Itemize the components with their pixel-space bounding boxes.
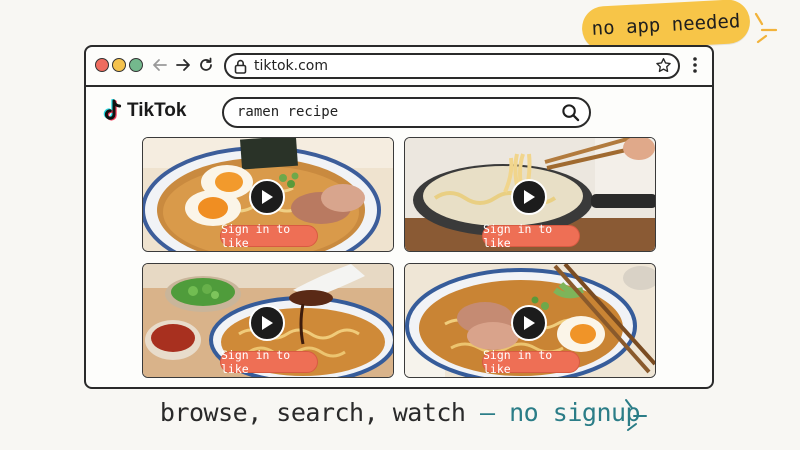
no-app-needed-sticker: no app needed — [580, 0, 752, 52]
kebab-menu-icon[interactable] — [692, 56, 698, 74]
lock-icon — [234, 59, 247, 74]
forward-arrow-icon[interactable] — [173, 54, 193, 76]
back-arrow-icon[interactable] — [150, 54, 170, 76]
search-input[interactable]: ramen recipe — [237, 104, 338, 120]
caption-accent: — no signup — [480, 398, 641, 427]
sign-in-to-like-button[interactable]: Sign in to like — [220, 222, 318, 250]
search-bar[interactable]: ramen recipe — [222, 97, 591, 128]
video-card[interactable]: Sign in to like — [142, 137, 394, 252]
url-text[interactable]: tiktok.com — [254, 58, 328, 74]
play-button[interactable] — [249, 305, 285, 341]
video-card[interactable]: Sign in to like — [404, 137, 656, 252]
play-button[interactable] — [511, 305, 547, 341]
browser-window: tiktok.com TikTok ramen recipe Sign in t… — [84, 45, 714, 389]
play-icon — [524, 190, 535, 204]
sticker-text: no app needed — [591, 10, 741, 40]
play-icon — [262, 190, 273, 204]
star-icon[interactable] — [655, 57, 672, 74]
minimize-window-dot[interactable] — [112, 58, 126, 72]
maximize-window-dot[interactable] — [129, 58, 143, 72]
caption: browse, search, watch — no signup — [0, 398, 800, 427]
play-icon — [524, 316, 535, 330]
accent-sparkle-icon — [625, 399, 647, 431]
close-window-dot[interactable] — [95, 58, 109, 72]
tiktok-logo[interactable]: TikTok — [102, 99, 186, 123]
search-icon[interactable] — [561, 103, 580, 122]
logo-text: TikTok — [127, 100, 187, 121]
tiktok-note-icon — [103, 99, 122, 121]
toolbar-divider — [86, 85, 712, 87]
sparkle-lines-icon — [754, 12, 778, 44]
address-bar[interactable]: tiktok.com — [224, 53, 680, 79]
play-button[interactable] — [511, 179, 547, 215]
sign-in-to-like-button[interactable]: Sign in to like — [482, 348, 580, 376]
play-icon — [262, 316, 273, 330]
browser-toolbar: tiktok.com — [86, 47, 712, 84]
caption-main: browse, search, watch — [159, 398, 466, 427]
video-card[interactable]: Sign in to like — [142, 263, 394, 378]
play-button[interactable] — [249, 179, 285, 215]
sign-in-to-like-button[interactable]: Sign in to like — [220, 348, 318, 376]
video-card[interactable]: Sign in to like — [404, 263, 656, 378]
sign-in-to-like-button[interactable]: Sign in to like — [482, 222, 580, 250]
reload-icon[interactable] — [196, 54, 216, 76]
